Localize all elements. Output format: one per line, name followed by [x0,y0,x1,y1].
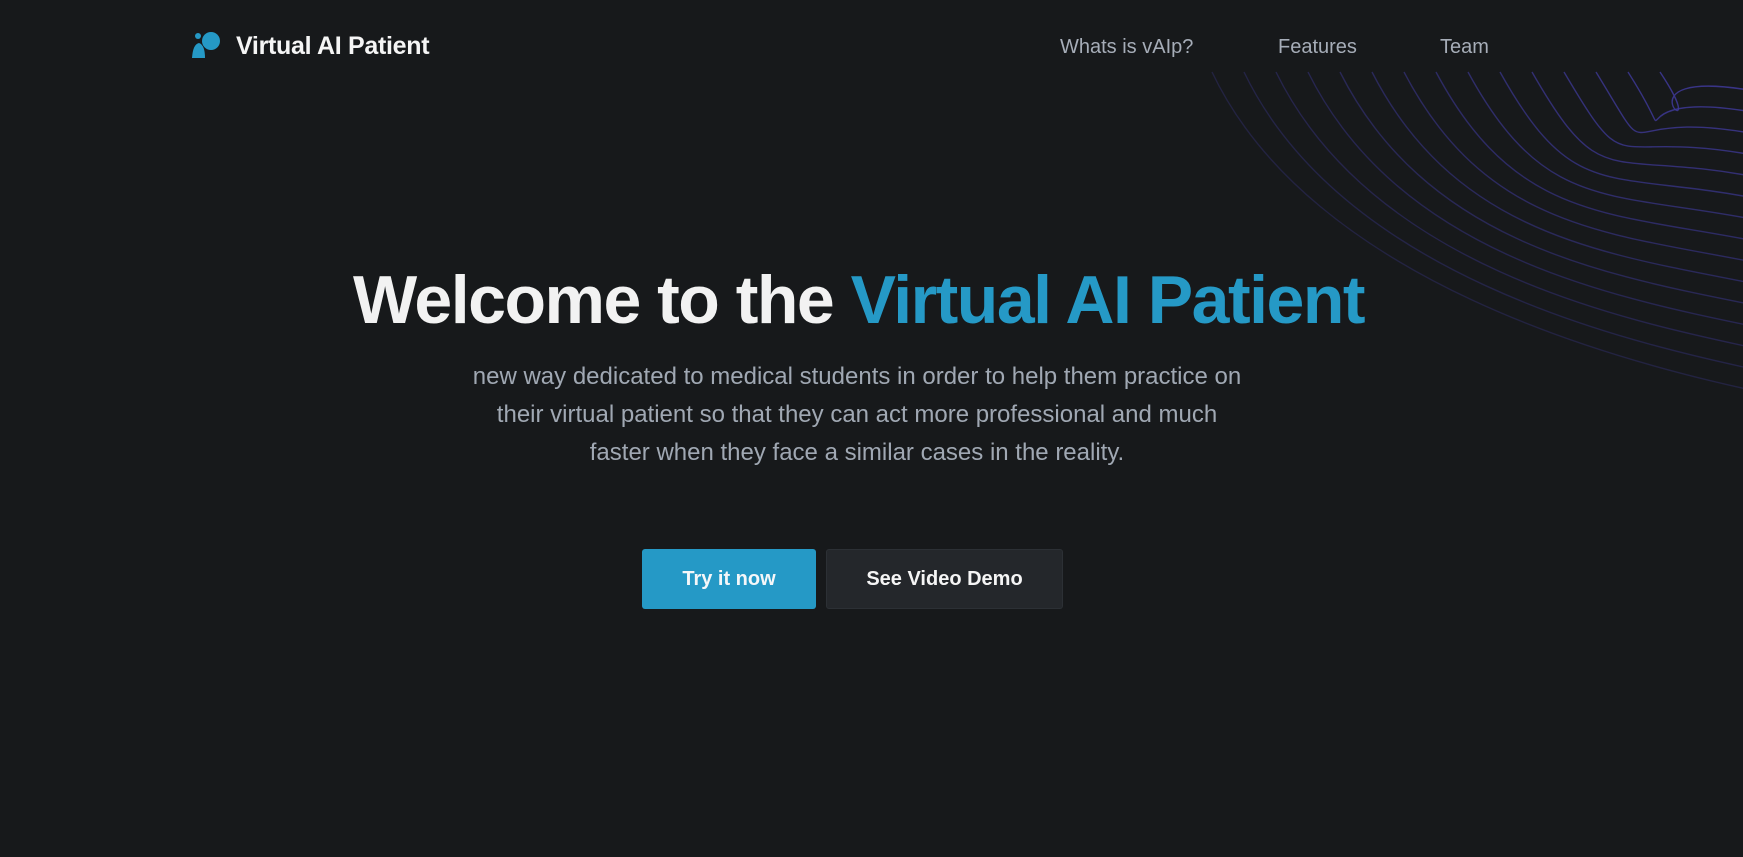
hero-title-accent: Virtual AI Patient [850,262,1366,338]
hero-title-plain: Welcome to the [352,262,835,338]
wave-line [1467,71,1743,219]
nav-links: Whats is vAIp? Features Team [0,33,1743,63]
wave-line [1403,71,1743,261]
try-it-now-button[interactable]: Try it now [642,549,816,609]
landing-page: Virtual AI Patient Whats is vAIp? Featur… [0,0,1743,857]
hero-description: new way dedicated to medical students in… [472,363,1242,466]
nav-link-whats-is-vaip[interactable]: Whats is vAIp? [1060,33,1193,61]
hero-title: Welcome to the Virtual AI Patient [0,258,1717,342]
see-video-demo-button[interactable]: See Video Demo [826,549,1063,609]
wave-line [1435,71,1743,240]
nav-link-features[interactable]: Features [1278,33,1357,61]
nav-link-team[interactable]: Team [1440,33,1489,61]
navbar: Virtual AI Patient Whats is vAIp? Featur… [0,0,1743,92]
wave-line [1371,71,1743,283]
wave-line [1211,71,1743,389]
